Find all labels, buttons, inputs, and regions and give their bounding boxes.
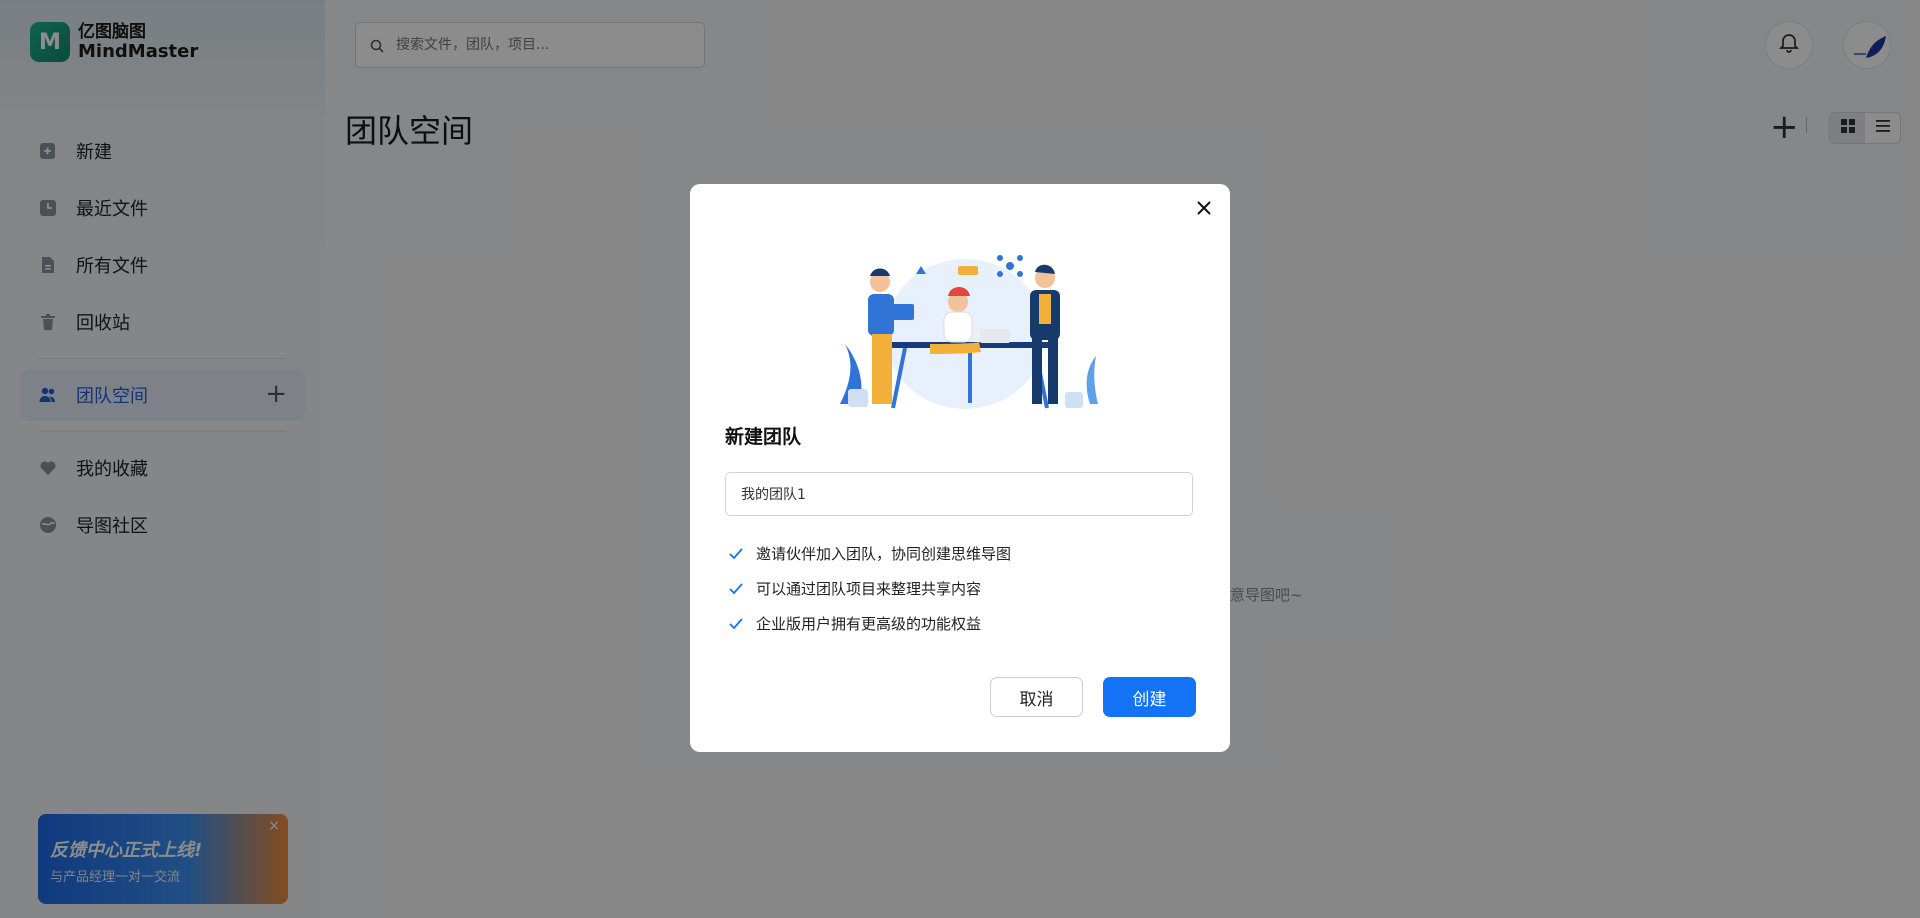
- create-button[interactable]: 创建: [1103, 677, 1196, 717]
- check-icon: [728, 581, 744, 597]
- feature-list: 邀请伙伴加入团队，协同创建思维导图 可以通过团队项目来整理共享内容 企业版用户拥…: [725, 536, 1011, 641]
- feature-item: 企业版用户拥有更高级的功能权益: [725, 606, 1011, 641]
- feature-text: 可以通过团队项目来整理共享内容: [756, 580, 982, 598]
- dialog-title: 新建团队: [725, 426, 802, 448]
- close-dialog-button[interactable]: [1192, 198, 1216, 222]
- check-icon: [728, 546, 744, 562]
- check-icon: [728, 616, 744, 632]
- team-name-input[interactable]: [725, 472, 1193, 516]
- feature-item: 邀请伙伴加入团队，协同创建思维导图: [725, 536, 1011, 571]
- team-illustration: [840, 255, 1098, 409]
- close-icon: [1196, 200, 1212, 220]
- cancel-button[interactable]: 取消: [990, 677, 1083, 717]
- feature-text: 邀请伙伴加入团队，协同创建思维导图: [756, 545, 1012, 563]
- feature-item: 可以通过团队项目来整理共享内容: [725, 571, 1011, 606]
- create-team-dialog: 新建团队 邀请伙伴加入团队，协同创建思维导图 可以通过团队项目来整理共享内容 企…: [690, 184, 1230, 752]
- feature-text: 企业版用户拥有更高级的功能权益: [756, 615, 982, 633]
